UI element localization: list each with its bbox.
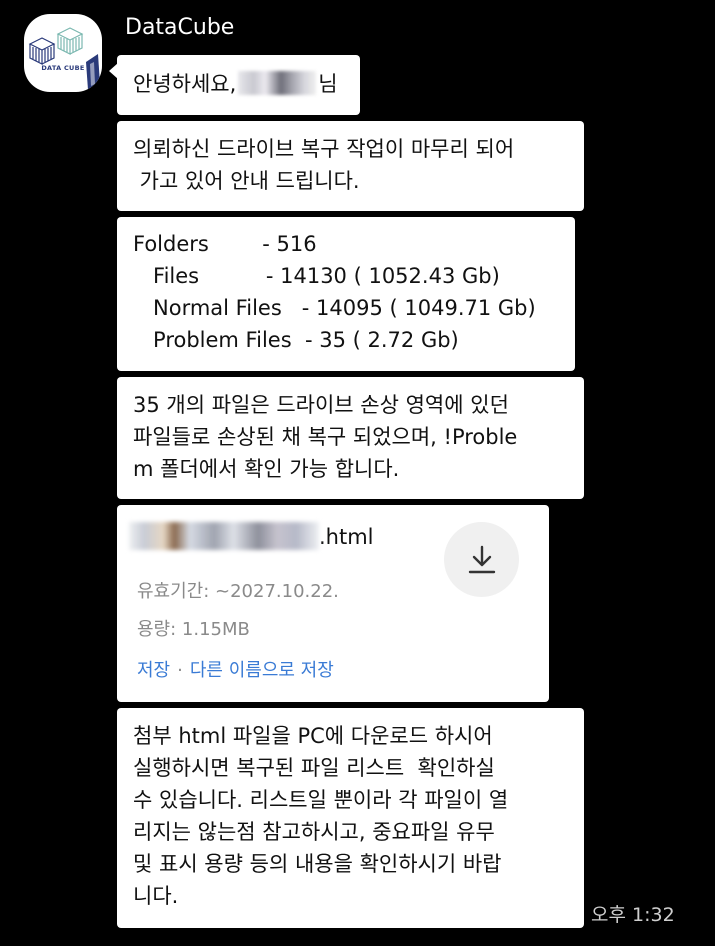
message-notice: 의뢰하신 드라이브 복구 작업이 마무리 되어 가고 있어 안내 드립니다. bbox=[117, 121, 584, 211]
file-name[interactable]: .html bbox=[129, 522, 374, 552]
message-problem-note: 35 개의 파일은 드라이브 손상 영역에 있던 파일들로 손상된 채 복구 되… bbox=[117, 377, 584, 499]
text-line: 의뢰하신 드라이브 복구 작업이 마무리 되어 bbox=[133, 137, 515, 161]
file-extension: .html bbox=[319, 525, 374, 549]
bubble-tail bbox=[109, 63, 118, 79]
file-size: 용량: 1.15MB bbox=[137, 619, 250, 640]
text-line: m 폴더에서 확인 가능 합니다. bbox=[133, 457, 400, 481]
text-line: 첨부 html 파일을 PC에 다운로드 하시어 bbox=[133, 724, 493, 748]
stats-problem-files: Problem Files - 35 ( 2.72 Gb) bbox=[133, 328, 459, 352]
sender-name: DataCube bbox=[125, 15, 235, 40]
redacted-file-name bbox=[129, 522, 319, 550]
stats-normal-files: Normal Files - 14095 ( 1049.71 Gb) bbox=[133, 296, 536, 320]
greeting-suffix: 님 bbox=[318, 72, 338, 96]
greeting-prefix: 안녕하세요, bbox=[133, 72, 237, 96]
sender-avatar[interactable]: DATA CUBE bbox=[24, 14, 102, 92]
text-line: 수 있습니다. 리스트일 뿐이라 각 파일이 열 bbox=[133, 788, 509, 812]
message-greeting: 안녕하세요, 님 bbox=[109, 55, 360, 115]
logo-text: DATA CUBE bbox=[41, 64, 85, 72]
text-line: 35 개의 파일은 드라이브 손상 영역에 있던 bbox=[133, 393, 509, 417]
message-instructions: 첨부 html 파일을 PC에 다운로드 하시어 실행하시면 복구된 파일 리스… bbox=[117, 708, 584, 928]
file-actions: 저장 · 다른 이름으로 저장 bbox=[137, 655, 334, 687]
message-timestamp: 오후 1:32 bbox=[591, 904, 675, 926]
separator-dot: · bbox=[177, 660, 183, 681]
text-line: 리지는 않는점 참고하시고, 중요파일 유무 bbox=[133, 820, 495, 844]
text-line: 및 표시 용량 등의 내용을 확인하시기 바랍 bbox=[133, 852, 502, 876]
text-line: 가고 있어 안내 드립니다. bbox=[133, 169, 360, 193]
text-line: 니다. bbox=[133, 884, 179, 908]
message-stats: Folders - 516 Files - 14130 ( 1052.43 Gb… bbox=[117, 217, 575, 371]
redacted-name bbox=[238, 71, 317, 95]
save-link[interactable]: 저장 bbox=[137, 660, 170, 681]
text-line: 실행하시면 복구된 파일 리스트 확인하실 bbox=[133, 756, 495, 780]
save-as-link[interactable]: 다른 이름으로 저장 bbox=[190, 660, 334, 681]
text-line: 파일들로 손상된 채 복구 되었으며, !Proble bbox=[133, 425, 518, 449]
download-icon bbox=[468, 545, 496, 574]
file-expiry: 유효기간: ~2027.10.22. bbox=[137, 581, 339, 602]
stats-files: Files - 14130 ( 1052.43 Gb) bbox=[133, 264, 500, 288]
datacube-logo-icon bbox=[28, 27, 100, 90]
stats-folders: Folders - 516 bbox=[133, 232, 317, 256]
download-button[interactable] bbox=[444, 522, 519, 597]
file-attachment[interactable]: .html 유효기간: ~2027.10.22. 용량: 1.15MB 저장 · 다… bbox=[117, 505, 549, 702]
